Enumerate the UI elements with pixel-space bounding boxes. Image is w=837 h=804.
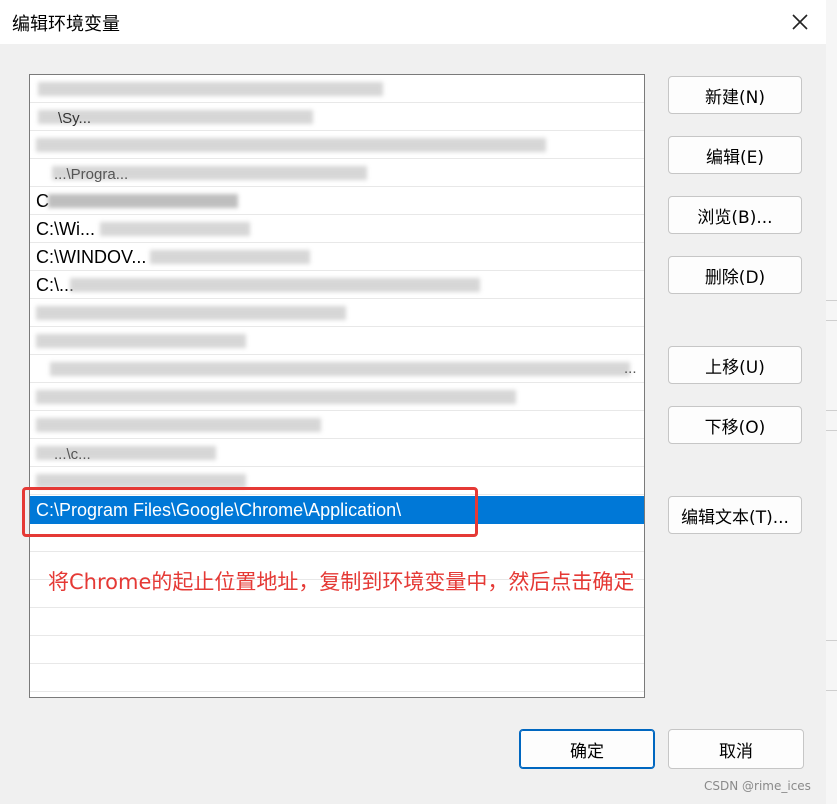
- list-item[interactable]: [30, 327, 644, 355]
- list-item[interactable]: [30, 131, 644, 159]
- list-item[interactable]: [30, 608, 644, 636]
- delete-button[interactable]: 删除(D): [668, 256, 802, 294]
- close-icon: [792, 14, 808, 30]
- list-item[interactable]: [30, 411, 644, 439]
- cancel-button[interactable]: 取消: [668, 729, 804, 769]
- background-window-edge: [826, 0, 837, 804]
- browse-button[interactable]: 浏览(B)...: [668, 196, 802, 234]
- annotation-text: 将Chrome的起止位置地址，复制到环境变量中，然后点击确定: [48, 570, 635, 594]
- edit-button[interactable]: 编辑(E): [668, 136, 802, 174]
- list-item-text: ...\Progra...: [54, 166, 129, 183]
- dialog-title: 编辑环境变量: [12, 14, 120, 35]
- list-item-text: \Sy...: [58, 110, 92, 127]
- watermark: CSDN @rime_ices: [704, 779, 811, 793]
- ok-button[interactable]: 确定: [519, 729, 655, 769]
- list-item[interactable]: C: [30, 187, 644, 215]
- list-item-text: ...\c...: [54, 446, 91, 463]
- list-item[interactable]: C:\...: [30, 271, 644, 299]
- edit-text-button[interactable]: 编辑文本(T)...: [668, 496, 802, 534]
- close-button[interactable]: [782, 6, 818, 38]
- move-up-button[interactable]: 上移(U): [668, 346, 802, 384]
- list-item[interactable]: [30, 75, 644, 103]
- annotation-highlight-box: [22, 487, 478, 537]
- list-item[interactable]: ...\c...: [30, 439, 644, 467]
- list-item-text: C:\Wi...: [36, 219, 95, 239]
- move-down-button[interactable]: 下移(O): [668, 406, 802, 444]
- list-item[interactable]: C:\WINDOV...: [30, 243, 644, 271]
- edit-env-var-dialog: 编辑环境变量 \Sy... ...\Progra... C C:\Wi... C…: [0, 0, 827, 804]
- list-item[interactable]: [30, 383, 644, 411]
- list-item-text: C:\WINDOV...: [36, 247, 147, 267]
- list-item[interactable]: [30, 636, 644, 664]
- list-item[interactable]: ...\Progra...: [30, 159, 644, 187]
- list-item[interactable]: C:\Wi...: [30, 215, 644, 243]
- list-item-text: C:\...: [36, 275, 75, 295]
- list-item-text: ...: [624, 360, 637, 377]
- list-item[interactable]: \Sy...: [30, 103, 644, 131]
- new-button[interactable]: 新建(N): [668, 76, 802, 114]
- list-item[interactable]: [30, 664, 644, 692]
- list-item[interactable]: [30, 299, 644, 327]
- title-bar: 编辑环境变量: [0, 0, 826, 44]
- list-item[interactable]: ...: [30, 355, 644, 383]
- path-list[interactable]: \Sy... ...\Progra... C C:\Wi... C:\WINDO…: [29, 74, 645, 698]
